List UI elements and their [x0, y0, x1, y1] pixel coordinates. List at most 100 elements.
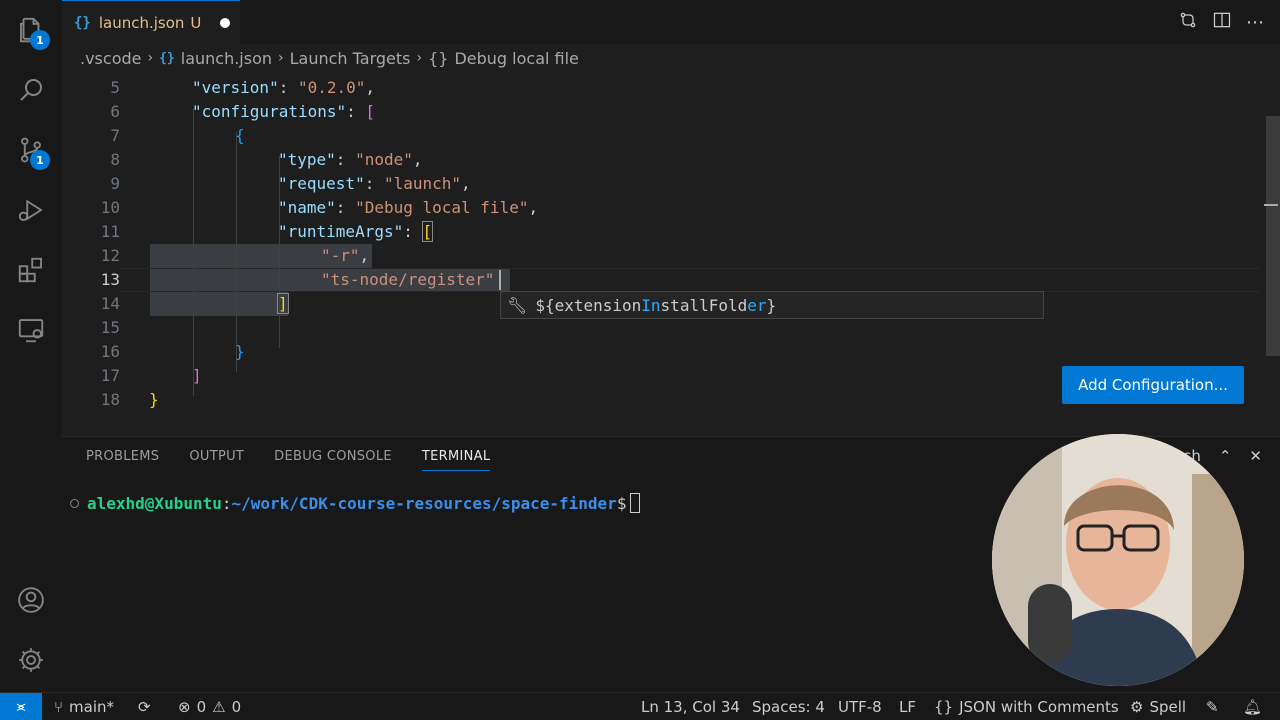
error-count: 0 [196, 698, 207, 716]
branch-name: main* [69, 698, 114, 716]
line-number: 11 [100, 222, 120, 241]
object-icon: {} [428, 48, 449, 68]
line-number: 7 [110, 126, 120, 145]
activity-bar: 1 1 [0, 0, 62, 692]
line-number: 14 [100, 294, 120, 313]
encoding[interactable]: UTF-8 [838, 693, 882, 720]
code-line: "runtimeArgs": [ [278, 221, 434, 242]
open-changes-icon[interactable] [1178, 10, 1198, 35]
prompt-colon: : [221, 493, 232, 513]
line-number: 10 [100, 198, 120, 217]
close-panel-icon[interactable]: ✕ [1249, 447, 1262, 465]
code-line: "configurations": [ [192, 102, 376, 121]
line-number-gutter: 5 6 7 8 9 10 11 12 13 14 15 16 17 18 [62, 72, 120, 432]
account-icon[interactable] [13, 582, 49, 618]
code-line: } [149, 390, 159, 409]
spell-check[interactable]: ⚙︎ Spell [1130, 693, 1186, 720]
line-number: 18 [100, 390, 120, 409]
settings-gear-icon[interactable] [13, 642, 49, 678]
chevron-right-icon: › [147, 50, 154, 66]
breadcrumb-file[interactable]: launch.json [181, 49, 272, 68]
breadcrumb-section[interactable]: Launch Targets [290, 49, 411, 68]
tab-label: launch.json [98, 13, 185, 32]
line-number: 6 [110, 102, 120, 121]
code-line: { [235, 126, 245, 145]
code-line: ] [277, 293, 289, 314]
breadcrumb-item[interactable]: Debug local file [454, 49, 578, 68]
line-number: 5 [110, 78, 120, 97]
warning-count: 0 [231, 698, 242, 716]
line-number: 12 [100, 246, 120, 265]
language-label: JSON with Comments [959, 698, 1119, 716]
gear-icon: ⚙︎ [1130, 698, 1144, 716]
code-line: ] [192, 366, 202, 385]
end-of-line[interactable]: LF [899, 693, 916, 720]
braces-icon: {} [934, 698, 954, 716]
breadcrumb: .vscode › {} launch.json › Launch Target… [62, 44, 1280, 72]
cursor-position[interactable]: Ln 13, Col 34 [641, 693, 740, 720]
feedback-icon[interactable]: ✎ [1206, 693, 1219, 720]
more-actions-icon[interactable]: ⋯ [1246, 12, 1264, 33]
notifications-bell-icon[interactable]: 🔔︎ [1243, 693, 1262, 720]
panel-tabs: PROBLEMS OUTPUT DEBUG CONSOLE TERMINAL [86, 449, 491, 471]
problems-indicator[interactable]: ⊗ 0 ⚠︎ 0 [178, 693, 241, 720]
language-mode[interactable]: {} JSON with Comments [934, 693, 1119, 720]
wrench-icon: 🔧︎ [507, 295, 528, 315]
status-bar: ⪤ ⑂ main* ⟳ ⊗ 0 ⚠︎ 0 Ln 13, Col 34 Space… [0, 692, 1280, 720]
spell-label: Spell [1149, 698, 1187, 716]
json-file-icon: {} [159, 50, 175, 66]
unsaved-dot-icon[interactable] [220, 18, 230, 28]
maximize-panel-icon[interactable]: ⌃ [1219, 447, 1232, 465]
terminal-cursor [630, 493, 641, 513]
code-line: } [235, 342, 245, 361]
tab-terminal[interactable]: TERMINAL [421, 449, 491, 471]
editor-actions: ⋯ [1178, 0, 1264, 44]
git-branch-icon: ⑂ [54, 698, 64, 716]
run-debug-icon[interactable] [13, 192, 49, 228]
line-number: 16 [100, 342, 120, 361]
warning-icon: ⚠︎ [212, 698, 226, 716]
code-line: "type": "node", [278, 150, 423, 169]
code-line: "version": "0.2.0", [192, 78, 376, 97]
error-icon: ⊗ [178, 698, 191, 716]
code-line: "-r", [321, 246, 370, 265]
indent-guide [193, 108, 194, 396]
indent-guide [236, 132, 237, 372]
remote-explorer-icon[interactable] [13, 312, 49, 348]
breadcrumb-folder[interactable]: .vscode [80, 49, 141, 68]
line-number-current: 13 [100, 270, 120, 289]
vertical-scrollbar[interactable] [1266, 116, 1280, 356]
webcam-overlay [992, 434, 1244, 686]
sync-icon[interactable]: ⟳ [138, 693, 151, 720]
explorer-badge: 1 [30, 30, 50, 50]
line-number: 17 [100, 366, 120, 385]
presenter-image [992, 434, 1244, 686]
split-editor-icon[interactable] [1212, 10, 1232, 35]
indentation[interactable]: Spaces: 4 [752, 693, 825, 720]
line-number: 9 [110, 174, 120, 193]
chevron-right-icon: › [278, 50, 284, 66]
extensions-icon[interactable] [13, 252, 49, 288]
autocomplete-suggestion[interactable]: 🔧︎ ${extension In st allFold er} [500, 291, 1044, 319]
scrollbar-cursor-marker [1264, 204, 1278, 206]
selection-highlight [150, 292, 288, 316]
tab-launch-json[interactable]: {} launch.json U [62, 0, 240, 44]
prompt-path: ~/work/CDK-course-resources/space-finder [231, 493, 617, 513]
code-line: "name": "Debug local file", [278, 198, 539, 217]
search-icon[interactable] [13, 72, 49, 108]
add-configuration-button[interactable]: Add Configuration... [1062, 366, 1244, 404]
text-caret [499, 270, 501, 290]
remote-indicator-icon[interactable]: ⪤ [0, 693, 42, 720]
line-number: 8 [110, 150, 120, 169]
branch-indicator[interactable]: ⑂ main* [54, 693, 114, 720]
tab-untracked-status: U [190, 13, 202, 32]
code-line: "request": "launch", [278, 174, 471, 193]
tab-output[interactable]: OUTPUT [189, 449, 244, 471]
prompt-symbol: $ [616, 493, 627, 513]
command-decoration-icon [70, 498, 79, 508]
tab-problems[interactable]: PROBLEMS [86, 449, 159, 471]
tab-debug-console[interactable]: DEBUG CONSOLE [274, 449, 392, 471]
json-file-icon: {} [74, 14, 91, 31]
tab-bar: {} launch.json U ⋯ [62, 0, 1280, 44]
terminal-prompt-line[interactable]: alexhd@Xubuntu: ~/work/CDK-course-resourc… [70, 493, 641, 513]
